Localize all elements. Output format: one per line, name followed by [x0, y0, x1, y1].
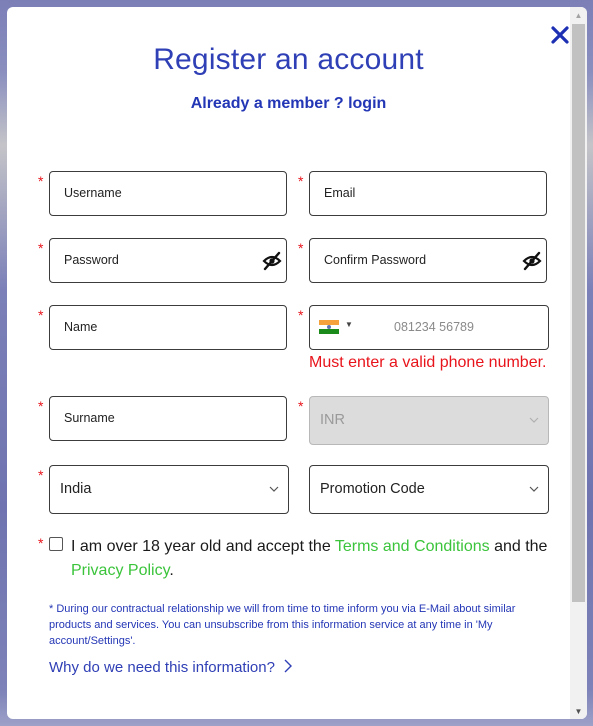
password-input[interactable]: Password [49, 238, 287, 283]
required-mark: * [38, 398, 44, 414]
terms-link[interactable]: Terms and Conditions [335, 538, 490, 555]
chevron-down-icon [529, 417, 539, 423]
promotion-code-select[interactable]: Promotion Code [309, 465, 549, 514]
promotion-value: Promotion Code [320, 481, 425, 497]
username-placeholder: Username [64, 186, 122, 200]
consent-text: I am over 18 year old and accept the Ter… [71, 535, 561, 583]
scrollbar[interactable]: ▲ ▼ [570, 7, 587, 719]
required-mark: * [38, 467, 44, 483]
required-mark: * [38, 240, 44, 256]
required-mark: * [38, 535, 44, 551]
email-input[interactable]: Email [309, 171, 547, 216]
close-icon [551, 26, 569, 44]
required-mark: * [298, 173, 304, 189]
surname-input[interactable]: Surname [49, 396, 287, 441]
name-input[interactable]: Name [49, 305, 287, 350]
required-mark: * [298, 398, 304, 414]
age-terms-checkbox[interactable] [49, 537, 63, 551]
surname-placeholder: Surname [64, 411, 115, 425]
password-placeholder: Password [64, 253, 119, 267]
confirm-password-placeholder: Confirm Password [324, 253, 427, 267]
email-placeholder: Email [324, 186, 356, 200]
page-title: Register an account [153, 43, 424, 76]
phone-input[interactable]: ▼ 081234 56789 [309, 305, 549, 350]
required-mark: * [38, 173, 44, 189]
scroll-thumb[interactable] [572, 24, 585, 602]
eye-slash-icon[interactable] [522, 251, 542, 271]
username-input[interactable]: Username [49, 171, 287, 216]
required-mark: * [298, 240, 304, 256]
register-modal: Register an account Already a member ? l… [7, 7, 587, 719]
name-placeholder: Name [64, 320, 98, 334]
caret-down-icon[interactable]: ▼ [345, 320, 353, 329]
why-info-label: Why do we need this information? [49, 659, 275, 676]
scroll-up-arrow-icon[interactable]: ▲ [570, 7, 587, 23]
required-mark: * [38, 307, 44, 323]
confirm-password-input[interactable]: Confirm Password [309, 238, 547, 283]
currency-value: INR [320, 412, 345, 428]
chevron-down-icon [269, 486, 279, 492]
privacy-policy-link[interactable]: Privacy Policy [71, 562, 169, 579]
india-flag-icon[interactable] [319, 320, 339, 334]
phone-error-message: Must enter a valid phone number. [309, 354, 547, 371]
country-select[interactable]: India [49, 465, 289, 514]
consent-text-before: I am over 18 year old and accept the [71, 538, 335, 555]
marketing-note: * During our contractual relationship we… [49, 603, 516, 647]
consent-text-middle: and the [489, 538, 548, 555]
scroll-down-arrow-icon[interactable]: ▼ [570, 703, 587, 719]
login-link[interactable]: Already a member ? login [7, 95, 570, 113]
chevron-right-icon [284, 659, 293, 673]
eye-slash-icon[interactable] [262, 251, 282, 271]
phone-placeholder: 081234 56789 [394, 320, 474, 334]
required-mark: * [298, 307, 304, 323]
consent-text-after: . [169, 562, 174, 579]
why-info-link[interactable]: Why do we need this information? [49, 659, 293, 676]
chevron-down-icon [529, 486, 539, 492]
country-value: India [60, 481, 92, 497]
currency-select: INR [309, 396, 549, 445]
